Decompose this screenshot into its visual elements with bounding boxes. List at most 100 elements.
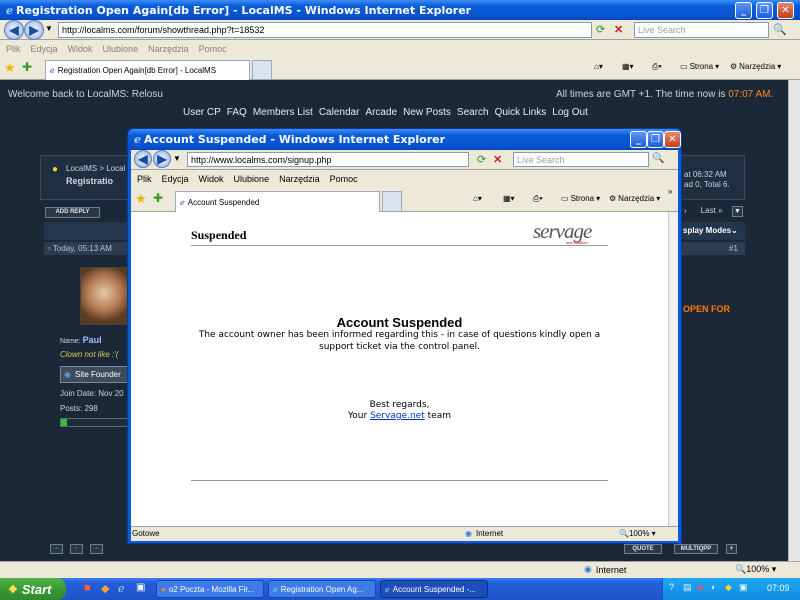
windows-logo-icon: ❖ xyxy=(8,583,18,596)
popup-title-bar[interactable]: ℯ Account Suspended - Windows Internet E… xyxy=(128,129,681,150)
feeds-icon[interactable]: ▦▾ xyxy=(622,62,634,71)
popup-stop-icon[interactable]: ✕ xyxy=(493,153,502,166)
popup-menu-ulubione[interactable]: Ulubione xyxy=(234,174,270,184)
popup-zoom[interactable]: 🔍100% ▾ xyxy=(619,529,656,538)
popup-menu-widok[interactable]: Widok xyxy=(199,174,224,184)
popup-search-icon[interactable]: 🔍 xyxy=(652,153,664,164)
toolbar-overflow-icon[interactable]: » xyxy=(668,187,672,196)
menu-narzedzia[interactable]: Narzędzia xyxy=(148,44,189,54)
popup-maximize-button[interactable]: ❐ xyxy=(647,131,664,148)
servage-link[interactable]: Servage.net xyxy=(370,411,425,421)
popup-search-input[interactable]: Live Search xyxy=(513,152,649,167)
page-dropdown-icon[interactable]: ▼ xyxy=(732,206,743,217)
popup-minimize-button[interactable]: _ xyxy=(630,131,647,148)
popup-back-icon[interactable]: ◀ xyxy=(134,150,152,168)
popup-home-icon[interactable]: ⌂▾ xyxy=(473,194,482,203)
nav-new-posts[interactable]: New Posts xyxy=(403,107,451,118)
quick-reply-button[interactable]: + xyxy=(726,544,737,554)
popup-menu-plik[interactable]: Plik xyxy=(137,174,152,184)
nav-faq[interactable]: FAQ xyxy=(227,107,247,118)
popup-print-icon[interactable]: ⎙▾ xyxy=(533,194,543,204)
post-number[interactable]: #1 xyxy=(729,244,738,253)
popup-close-button[interactable]: ✕ xyxy=(664,131,681,148)
nav-quick-links[interactable]: Quick Links xyxy=(495,107,547,118)
task-item-forum[interactable]: ℯ Registration Open Ag... xyxy=(268,580,376,598)
minimize-button[interactable]: _ xyxy=(735,2,752,19)
popup-add-favorite-icon[interactable]: ✚ xyxy=(153,191,163,205)
popup-tools-menu[interactable]: ⚙ Narzędzia ▾ xyxy=(609,194,660,203)
outer-search-input[interactable]: Live Search xyxy=(634,22,769,38)
popup-page-menu[interactable]: ▭ Strona ▾ xyxy=(561,194,600,203)
multiquote-button[interactable]: MULTIQPP xyxy=(674,544,718,554)
quicklaunch-icon-2[interactable]: ◆ xyxy=(101,582,109,595)
nav-calendar[interactable]: Calendar xyxy=(319,107,360,118)
popup-favorites-star-icon[interactable]: ★ xyxy=(135,191,147,207)
clock[interactable]: 07:09 xyxy=(767,583,790,593)
menu-edycja[interactable]: Edycja xyxy=(31,44,58,54)
menu-pomoc[interactable]: Pomoc xyxy=(199,44,227,54)
popup-menu-narzedzia[interactable]: Narzędzia xyxy=(279,174,320,184)
forward-arrow-icon[interactable]: ▶ xyxy=(24,20,44,40)
popup-feeds-icon[interactable]: ▦▾ xyxy=(503,194,515,203)
popup-active-tab[interactable]: ℯ Account Suspended xyxy=(175,191,380,212)
taskbar: ❖ Start ■ ◆ ℯ ▣ ● o2 Poczta - Mozilla Fir.… xyxy=(0,578,800,600)
tray-security-icon[interactable]: ◈ xyxy=(697,582,704,593)
popup-menu-edycja[interactable]: Edycja xyxy=(162,174,189,184)
outer-title-bar[interactable]: ℯ Registration Open Again[db Error] - Lo… xyxy=(0,0,800,20)
nav-arcade[interactable]: Arcade xyxy=(365,107,397,118)
menu-plik[interactable]: Plik xyxy=(6,44,21,54)
menu-ulubione[interactable]: Ulubione xyxy=(103,44,139,54)
post-action-button-2[interactable]: ◦ xyxy=(70,544,83,554)
tray-update-icon[interactable]: ◆ xyxy=(725,582,732,593)
display-modes-menu[interactable]: splay Modes⌄ xyxy=(683,226,738,235)
favorites-star-icon[interactable]: ★ xyxy=(4,60,16,76)
menu-widok[interactable]: Widok xyxy=(68,44,93,54)
popup-scrollbar[interactable] xyxy=(668,212,678,526)
popup-refresh-icon[interactable]: ⟳ xyxy=(477,153,486,166)
nav-log-out[interactable]: Log Out xyxy=(552,107,588,118)
print-icon[interactable]: ⎙▾ xyxy=(652,62,662,72)
start-button[interactable]: ❖ Start xyxy=(0,578,66,600)
tray-help-icon[interactable]: ? xyxy=(669,582,674,592)
post-action-button-3[interactable]: ◦ xyxy=(90,544,103,554)
quicklaunch-icon-1[interactable]: ■ xyxy=(84,582,91,594)
quicklaunch-ie-icon[interactable]: ℯ xyxy=(118,582,125,595)
avatar[interactable] xyxy=(80,267,128,325)
history-dropdown-icon[interactable]: ▼ xyxy=(45,24,53,33)
popup-menu-pomoc[interactable]: Pomoc xyxy=(330,174,358,184)
popup-forward-icon[interactable]: ▶ xyxy=(153,150,171,168)
outer-active-tab[interactable]: ℯ Registration Open Again[db Error] - Lo… xyxy=(45,60,250,80)
popup-new-tab-button[interactable] xyxy=(382,191,402,212)
close-button[interactable]: ✕ xyxy=(777,2,794,19)
nav-members-list[interactable]: Members List xyxy=(253,107,313,118)
post-action-button-1[interactable]: ◦ xyxy=(50,544,63,554)
add-favorite-icon[interactable]: ✚ xyxy=(22,60,32,74)
search-icon[interactable]: 🔍 xyxy=(773,23,787,36)
page-menu[interactable]: ▭ Strona ▾ xyxy=(680,62,719,71)
lightbulb-icon: ● xyxy=(52,164,59,175)
quote-button[interactable]: QUOTE xyxy=(624,544,662,554)
tray-app-icon[interactable]: ▣ xyxy=(739,582,748,593)
outer-zoom[interactable]: 🔍100% ▾ xyxy=(735,564,776,575)
tray-network-icon[interactable]: ▤ xyxy=(683,582,692,593)
popup-address-input[interactable]: http://www.localms.com/signup.php xyxy=(187,152,469,167)
new-tab-button[interactable] xyxy=(252,60,272,80)
nav-user-cp[interactable]: User CP xyxy=(183,107,221,118)
task-item-mail[interactable]: ● o2 Poczta - Mozilla Fir... xyxy=(156,580,264,598)
add-reply-button[interactable]: ADD REPLY xyxy=(45,207,100,218)
last-page-link[interactable]: › Last » xyxy=(684,206,722,215)
nav-search[interactable]: Search xyxy=(457,107,489,118)
ie-logo-icon: ℯ xyxy=(134,133,141,146)
tray-volume-icon[interactable]: ◐ xyxy=(711,582,716,592)
tools-menu[interactable]: ⚙ Narzędzia ▾ xyxy=(730,62,781,71)
task-item-suspended[interactable]: ℯ Account Suspended -... xyxy=(380,580,488,598)
maximize-button[interactable]: ❐ xyxy=(756,2,773,19)
home-icon[interactable]: ⌂▾ xyxy=(594,62,603,71)
quicklaunch-icon-4[interactable]: ▣ xyxy=(136,582,145,593)
outer-scrollbar[interactable] xyxy=(788,80,800,561)
popup-history-dropdown-icon[interactable]: ▼ xyxy=(173,154,181,163)
back-arrow-icon[interactable]: ◀ xyxy=(4,20,24,40)
refresh-icon[interactable]: ⟳ xyxy=(596,23,605,36)
stop-icon[interactable]: ✕ xyxy=(614,23,623,36)
outer-address-input[interactable]: http://localms.com/forum/showthread.php?… xyxy=(58,22,592,38)
